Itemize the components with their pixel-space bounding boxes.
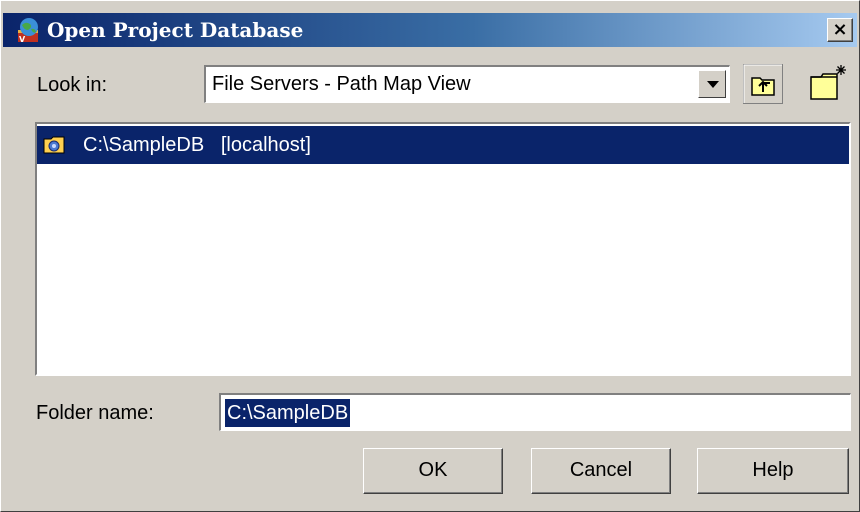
folder-name-label: Folder name: (36, 402, 154, 424)
close-button[interactable]: × (827, 18, 853, 42)
up-one-level-icon (743, 64, 783, 104)
database-folder-icon (43, 136, 65, 154)
help-button[interactable]: Help (697, 448, 849, 494)
create-new-folder-button[interactable] (807, 61, 851, 105)
list-item[interactable]: C:\SampleDB [localhost] (37, 126, 849, 164)
create-new-folder-icon (810, 65, 846, 100)
svg-text:V: V (19, 35, 26, 44)
dialog-title: Open Project Database (47, 18, 304, 42)
database-globe-icon: V (18, 18, 38, 44)
cancel-button[interactable]: Cancel (531, 448, 671, 494)
folder-name-input[interactable]: C:\SampleDB (219, 393, 851, 431)
list-item-label: C:\SampleDB [localhost] (83, 134, 311, 156)
up-one-level-button[interactable] (743, 64, 783, 104)
chevron-down-icon[interactable] (698, 70, 726, 98)
open-project-database-dialog: V Open Project Database × Look in: File … (0, 0, 860, 512)
look-in-value: File Servers - Path Map View (212, 73, 471, 95)
folder-name-value: C:\SampleDB (225, 399, 351, 427)
title-bar[interactable]: V Open Project Database × (3, 13, 857, 47)
look-in-label: Look in: (37, 74, 108, 96)
file-server-list[interactable]: C:\SampleDB [localhost] (35, 122, 851, 376)
ok-button[interactable]: OK (363, 448, 503, 494)
look-in-dropdown[interactable]: File Servers - Path Map View (204, 65, 730, 103)
